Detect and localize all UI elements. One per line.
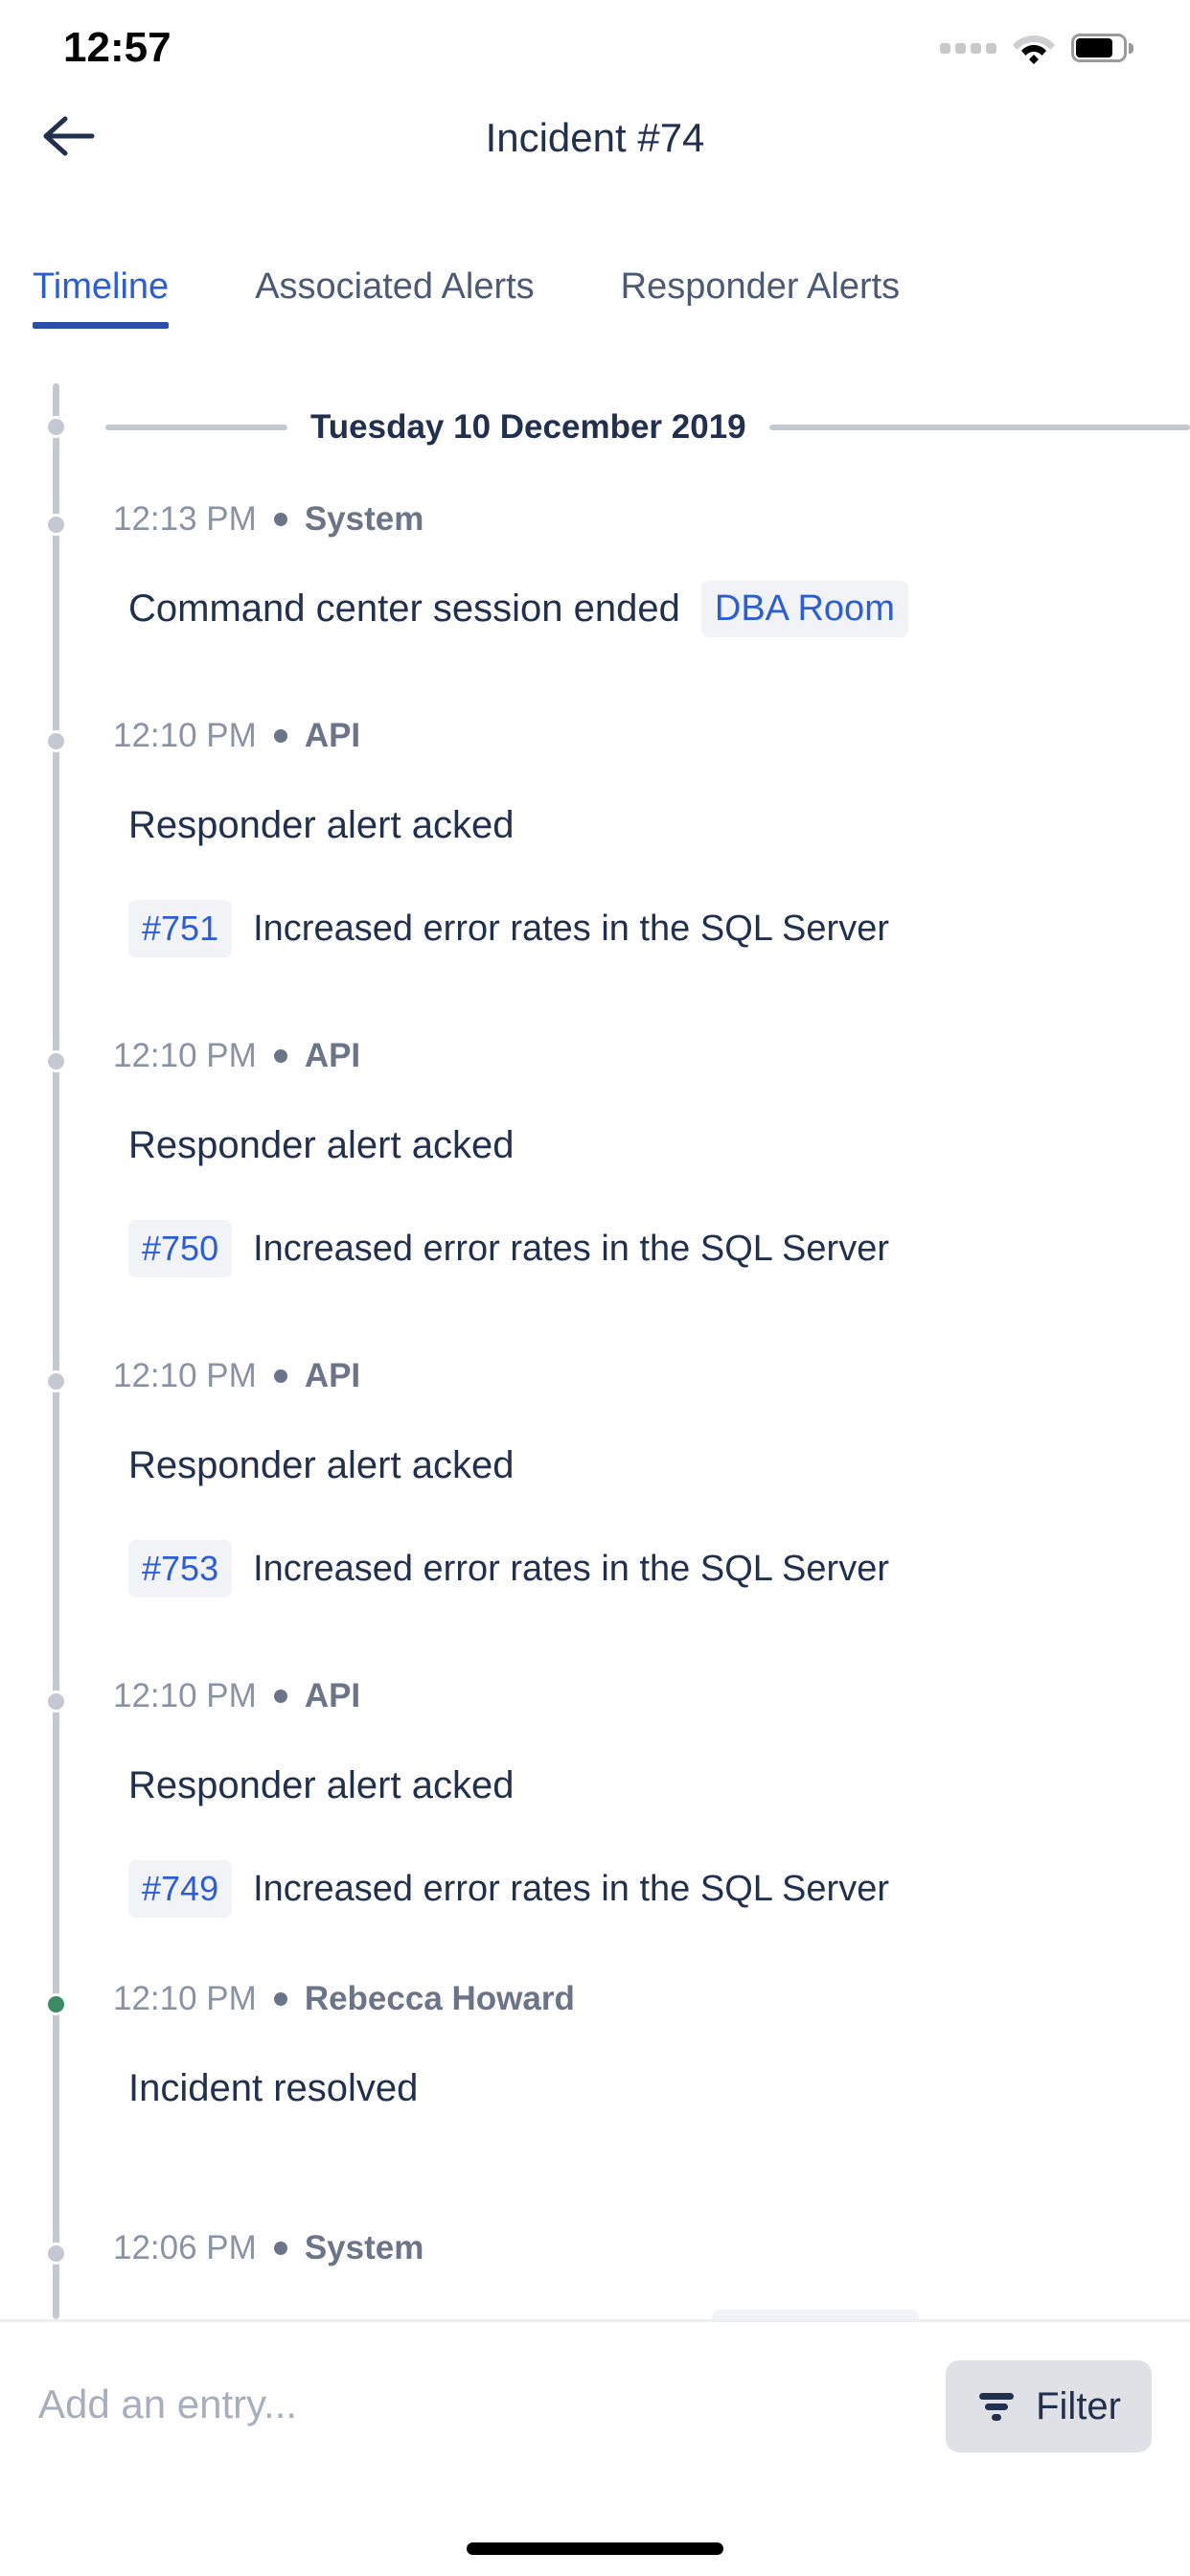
- tab-timeline[interactable]: Timeline: [33, 259, 170, 329]
- filter-button-label: Filter: [1036, 2384, 1121, 2427]
- timeline-item-text: Responder alert acked: [128, 1123, 515, 1166]
- timeline-item-meta: 12:06 PM System: [0, 2200, 1190, 2296]
- timeline-item-actor: Rebecca Howard: [304, 1980, 575, 2017]
- alert-title: Increased error rates in the SQL Server: [253, 908, 889, 949]
- timeline-item-time: 12:10 PM: [113, 1037, 257, 1074]
- date-label: Tuesday 10 December 2019: [310, 408, 746, 446]
- timeline-item-actor: API: [304, 1037, 361, 1074]
- home-indicator: [467, 2542, 723, 2555]
- timeline-date-header: Tuesday 10 December 2019: [0, 383, 1190, 472]
- timeline-item-body: Command center session started DBA Room: [0, 2296, 1190, 2319]
- timeline-item[interactable]: 12:10 PM API Responder alert acked #751 …: [0, 688, 1190, 1008]
- timeline-item-time: 12:10 PM: [113, 1980, 257, 2017]
- meta-separator-dot: [273, 729, 287, 743]
- timeline-item[interactable]: 12:10 PM API Responder alert acked #753 …: [0, 1328, 1190, 1648]
- timeline-item-actor: System: [304, 500, 424, 538]
- alert-id-chip[interactable]: #750: [128, 1220, 233, 1277]
- meta-separator-dot: [273, 1049, 287, 1063]
- wifi-icon: [1012, 32, 1056, 64]
- timeline-item[interactable]: 12:10 PM API Responder alert acked #750 …: [0, 1008, 1190, 1328]
- alert-id-chip[interactable]: #751: [128, 900, 233, 957]
- filter-button[interactable]: Filter: [946, 2360, 1152, 2452]
- tab-bar: Timeline Associated Alerts Responder Ale…: [0, 259, 1190, 351]
- meta-separator-dot: [273, 2242, 287, 2255]
- meta-separator-dot: [273, 1690, 287, 1703]
- status-bar: 12:57: [0, 0, 1190, 96]
- timeline-item-actor: System: [304, 2229, 424, 2266]
- timeline-item-body: Responder alert acked #749 Increased err…: [0, 1744, 1190, 1930]
- meta-separator-dot: [273, 513, 287, 526]
- alert-title: Increased error rates in the SQL Server: [253, 1228, 889, 1269]
- timeline-item-time: 12:10 PM: [113, 1357, 257, 1394]
- status-bar-time: 12:57: [63, 24, 172, 71]
- tab-responder-alerts[interactable]: Responder Alerts: [621, 259, 901, 308]
- alert-id-chip[interactable]: #749: [128, 1860, 233, 1918]
- filter-icon: [976, 2388, 1017, 2425]
- alert-title: Increased error rates in the SQL Server: [253, 1548, 889, 1589]
- timeline-item-body: Incident resolved: [0, 2047, 1190, 2129]
- timeline-item-body: Command center session ended DBA Room: [0, 567, 1190, 650]
- alert-id-chip[interactable]: #753: [128, 1540, 233, 1598]
- status-bar-indicators: [940, 32, 1133, 64]
- timeline-item-meta: 12:10 PM API: [0, 1008, 1190, 1104]
- timeline-item-time: 12:13 PM: [113, 500, 257, 538]
- page-title: Incident #74: [485, 115, 705, 160]
- nav-bar: Incident #74: [0, 96, 1190, 180]
- timeline-item-time: 12:06 PM: [113, 2229, 257, 2266]
- battery-icon: [1071, 34, 1133, 62]
- timeline-item[interactable]: 12:10 PM API Responder alert acked #749 …: [0, 1648, 1190, 1951]
- timeline-item-text: Command center session ended: [128, 586, 680, 630]
- timeline-item-text: Responder alert acked: [128, 1443, 515, 1486]
- timeline-item[interactable]: 12:10 PM Rebecca Howard Incident resolve…: [0, 1951, 1190, 2200]
- timeline-item-meta: 12:10 PM API: [0, 1648, 1190, 1744]
- timeline-item-text: Responder alert acked: [128, 1763, 515, 1806]
- date-divider-left: [105, 425, 287, 430]
- meta-separator-dot: [273, 1369, 287, 1383]
- timeline-item-body: Responder alert acked #753 Increased err…: [0, 1424, 1190, 1610]
- timeline-item-meta: 12:10 PM API: [0, 688, 1190, 784]
- timeline-item-meta: 12:13 PM System: [0, 472, 1190, 567]
- cellular-dots-icon: [940, 42, 996, 54]
- app-screen: 12:57 Incident #74 Timeline Associated A…: [0, 0, 1190, 2576]
- alert-title: Increased error rates in the SQL Server: [253, 1868, 889, 1909]
- timeline-item-meta: 12:10 PM API: [0, 1328, 1190, 1424]
- add-entry-input[interactable]: [38, 2360, 947, 2449]
- meta-separator-dot: [273, 1992, 287, 2006]
- timeline-item-meta: 12:10 PM Rebecca Howard: [0, 1951, 1190, 2047]
- timeline-item-text: Incident resolved: [128, 2066, 419, 2109]
- timeline-item[interactable]: 12:06 PM System Command center session s…: [0, 2200, 1190, 2319]
- timeline-dot: [45, 416, 67, 438]
- timeline-item-time: 12:10 PM: [113, 717, 257, 754]
- composer-bar: Filter: [0, 2319, 1190, 2576]
- timeline-item-actor: API: [304, 1677, 361, 1714]
- room-chip[interactable]: DBA Room: [700, 580, 908, 637]
- date-divider-right: [768, 425, 1190, 430]
- timeline-item-body: Responder alert acked #751 Increased err…: [0, 784, 1190, 970]
- timeline-item-actor: API: [304, 717, 361, 754]
- timeline-item[interactable]: 12:13 PM System Command center session e…: [0, 472, 1190, 688]
- timeline-item-time: 12:10 PM: [113, 1677, 257, 1714]
- timeline-item-text: Responder alert acked: [128, 803, 515, 846]
- room-chip[interactable]: DBA Room: [711, 2309, 919, 2319]
- timeline-item-actor: API: [304, 1357, 361, 1394]
- timeline-list[interactable]: Tuesday 10 December 2019 12:13 PM System…: [0, 383, 1190, 2319]
- timeline-item-body: Responder alert acked #750 Increased err…: [0, 1104, 1190, 1290]
- tab-associated-alerts[interactable]: Associated Alerts: [255, 259, 534, 308]
